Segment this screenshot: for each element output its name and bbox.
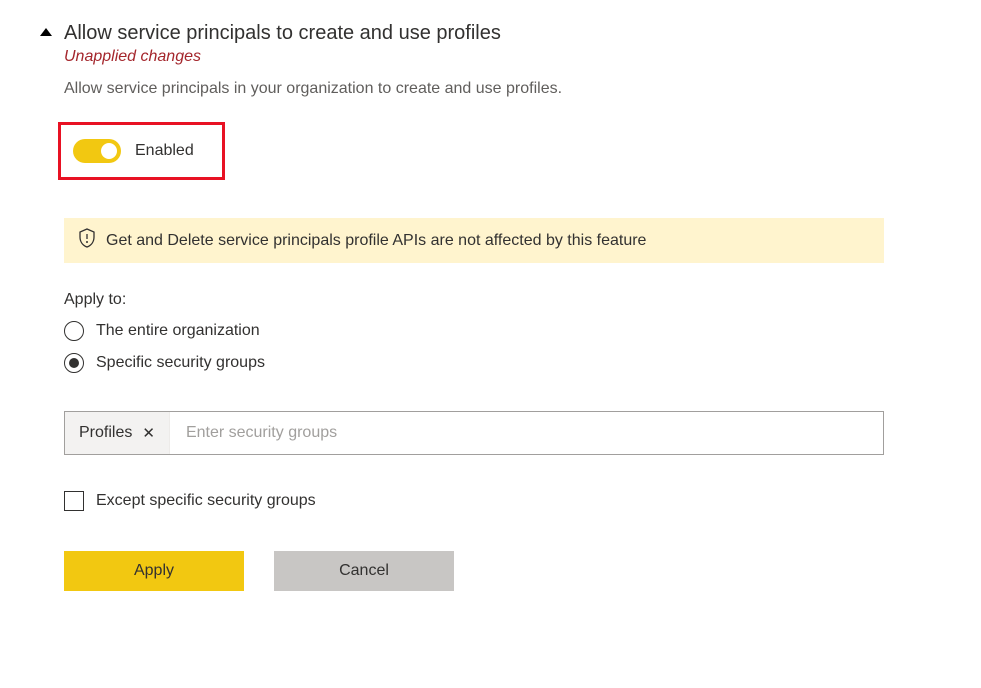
shield-warning-icon: [78, 228, 96, 253]
except-checkbox-label: Except specific security groups: [96, 492, 316, 510]
setting-description: Allow service principals in your organiz…: [64, 78, 941, 100]
security-group-chip: Profiles ✕: [65, 412, 170, 454]
unapplied-changes-label: Unapplied changes: [64, 48, 941, 66]
radio-label: Specific security groups: [96, 354, 265, 372]
expand-caret-icon[interactable]: [40, 28, 52, 36]
setting-title: Allow service principals to create and u…: [64, 20, 941, 46]
radio-label: The entire organization: [96, 322, 260, 340]
radio-icon: [64, 353, 84, 373]
checkbox-icon: [64, 491, 84, 511]
radio-specific-security-groups[interactable]: Specific security groups: [64, 353, 941, 373]
chip-remove-icon[interactable]: ✕: [142, 424, 155, 442]
chip-label: Profiles: [79, 424, 132, 442]
apply-to-radio-group: The entire organization Specific securit…: [64, 321, 941, 373]
enabled-toggle[interactable]: [73, 139, 121, 163]
security-groups-placeholder[interactable]: Enter security groups: [170, 412, 883, 454]
enabled-highlight-box: Enabled: [58, 122, 225, 180]
cancel-button[interactable]: Cancel: [274, 551, 454, 591]
enabled-toggle-label: Enabled: [135, 142, 194, 160]
apply-to-label: Apply to:: [64, 291, 941, 309]
warning-banner: Get and Delete service principals profil…: [64, 218, 884, 263]
apply-button[interactable]: Apply: [64, 551, 244, 591]
radio-entire-organization[interactable]: The entire organization: [64, 321, 941, 341]
warning-text: Get and Delete service principals profil…: [106, 232, 646, 250]
action-buttons: Apply Cancel: [64, 551, 941, 591]
security-groups-input[interactable]: Profiles ✕ Enter security groups: [64, 411, 884, 455]
radio-icon: [64, 321, 84, 341]
except-checkbox[interactable]: Except specific security groups: [64, 491, 941, 511]
